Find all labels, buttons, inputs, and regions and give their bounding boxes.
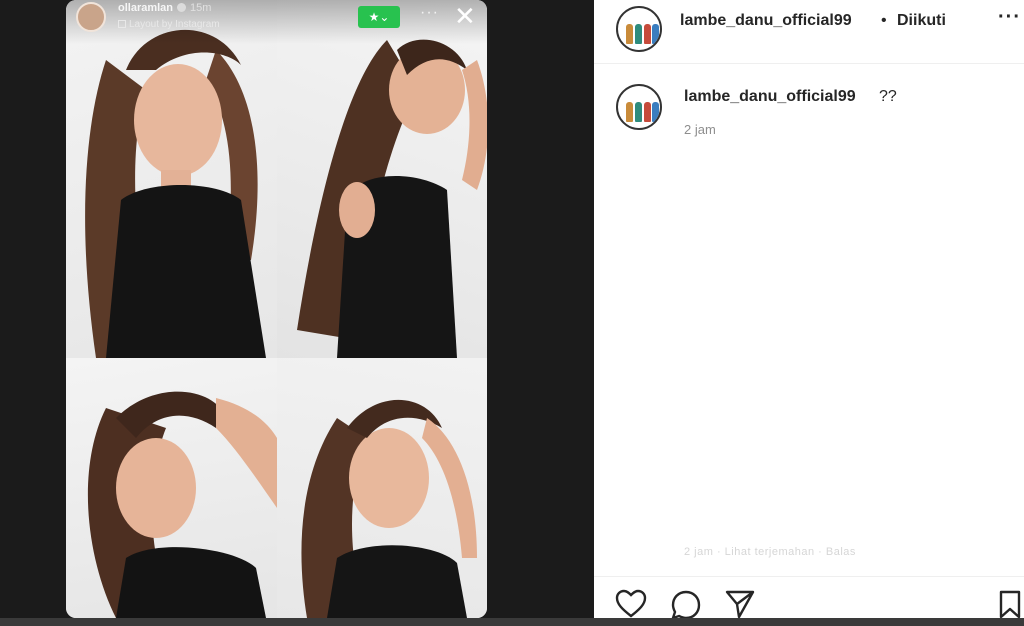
story-time: 15m (190, 2, 212, 14)
story-layout-attribution[interactable]: Layout by Instagram (118, 19, 220, 30)
caption-time[interactable]: 2 jam (684, 122, 716, 137)
story-more-icon[interactable]: ··· (420, 4, 439, 22)
story-header: ollaramlan 15m Layout by Instagram ★⌄ ···… (66, 0, 487, 44)
story-photo-1 (66, 0, 277, 358)
story-photo-4 (277, 358, 487, 618)
post-action-bar (594, 576, 1024, 621)
comment-icon[interactable] (670, 589, 702, 621)
bottom-strip (0, 618, 1024, 626)
share-icon[interactable] (724, 589, 756, 619)
story-avatar[interactable] (76, 2, 106, 32)
post-more-icon[interactable]: ··· (998, 6, 1021, 29)
post-header: lambe_danu_official99 • Diikuti ··· (594, 0, 1024, 64)
caption-avatar[interactable] (616, 84, 662, 130)
faded-comment-meta: 2 jam · Lihat terjemahan · Balas (684, 546, 856, 558)
layout-grid-icon (118, 20, 126, 28)
post-author-username[interactable]: lambe_danu_official99 (680, 12, 852, 30)
story-photo-2 (277, 0, 487, 358)
follow-status[interactable]: Diikuti (897, 12, 946, 30)
story-username[interactable]: ollaramlan (118, 2, 173, 14)
post-panel: lambe_danu_official99 • Diikuti ··· lamb… (594, 0, 1024, 621)
screenshot-stage: ollaramlan 15m Layout by Instagram ★⌄ ···… (0, 0, 1024, 626)
header-separator: • (881, 12, 887, 29)
caption-text: ?? (879, 88, 897, 105)
heart-icon[interactable] (614, 589, 648, 619)
author-avatar[interactable] (616, 6, 662, 52)
save-icon[interactable] (998, 589, 1022, 619)
story-viewer: ollaramlan 15m Layout by Instagram ★⌄ ···… (66, 0, 487, 618)
close-friends-badge[interactable]: ★⌄ (358, 6, 400, 28)
story-username-row[interactable]: ollaramlan 15m (118, 2, 211, 14)
caption-username[interactable]: lambe_danu_official99 (684, 88, 856, 106)
close-icon[interactable]: ✕ (454, 2, 476, 30)
story-photo-3 (66, 358, 277, 618)
story-layout-label: Layout by Instagram (129, 19, 220, 30)
verified-badge-icon (177, 3, 187, 12)
